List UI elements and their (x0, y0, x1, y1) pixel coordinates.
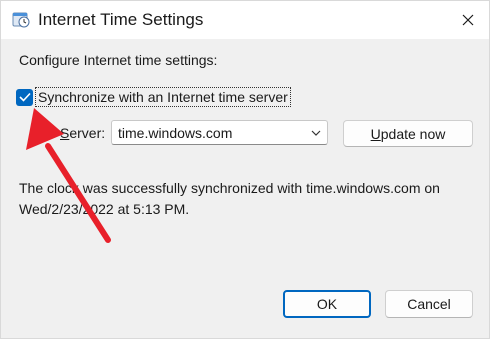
ok-button[interactable]: OK (283, 290, 371, 318)
server-label-rest: erver: (69, 125, 106, 141)
sync-checkbox-label[interactable]: Synchronize with an Internet time server (35, 87, 291, 107)
server-value: time.windows.com (118, 125, 233, 141)
update-now-accesskey: U (370, 125, 381, 142)
title-bar: Internet Time Settings (1, 1, 489, 39)
sync-status-message: The clock was successfully synchronized … (19, 180, 440, 217)
dialog-body: Configure Internet time settings: Synchr… (1, 39, 489, 338)
sync-checkbox[interactable] (16, 88, 33, 106)
update-now-button[interactable]: Update now (343, 120, 473, 147)
cancel-button[interactable]: Cancel (385, 290, 473, 318)
server-label: Server: (60, 124, 105, 142)
checkmark-icon (18, 92, 31, 102)
sync-checkbox-row[interactable]: Synchronize with an Internet time server (16, 86, 291, 108)
update-now-label-rest: pdate now (380, 125, 446, 142)
close-button[interactable] (453, 5, 483, 35)
section-heading: Configure Internet time settings: (19, 52, 218, 68)
internet-time-settings-dialog: Internet Time Settings Configure Interne… (0, 0, 490, 339)
server-label-accesskey: S (60, 125, 70, 141)
server-combobox[interactable]: time.windows.com (111, 120, 328, 145)
clock-settings-icon (12, 12, 30, 28)
window-title: Internet Time Settings (38, 10, 204, 29)
close-icon (462, 14, 474, 26)
chevron-down-icon (311, 130, 321, 136)
